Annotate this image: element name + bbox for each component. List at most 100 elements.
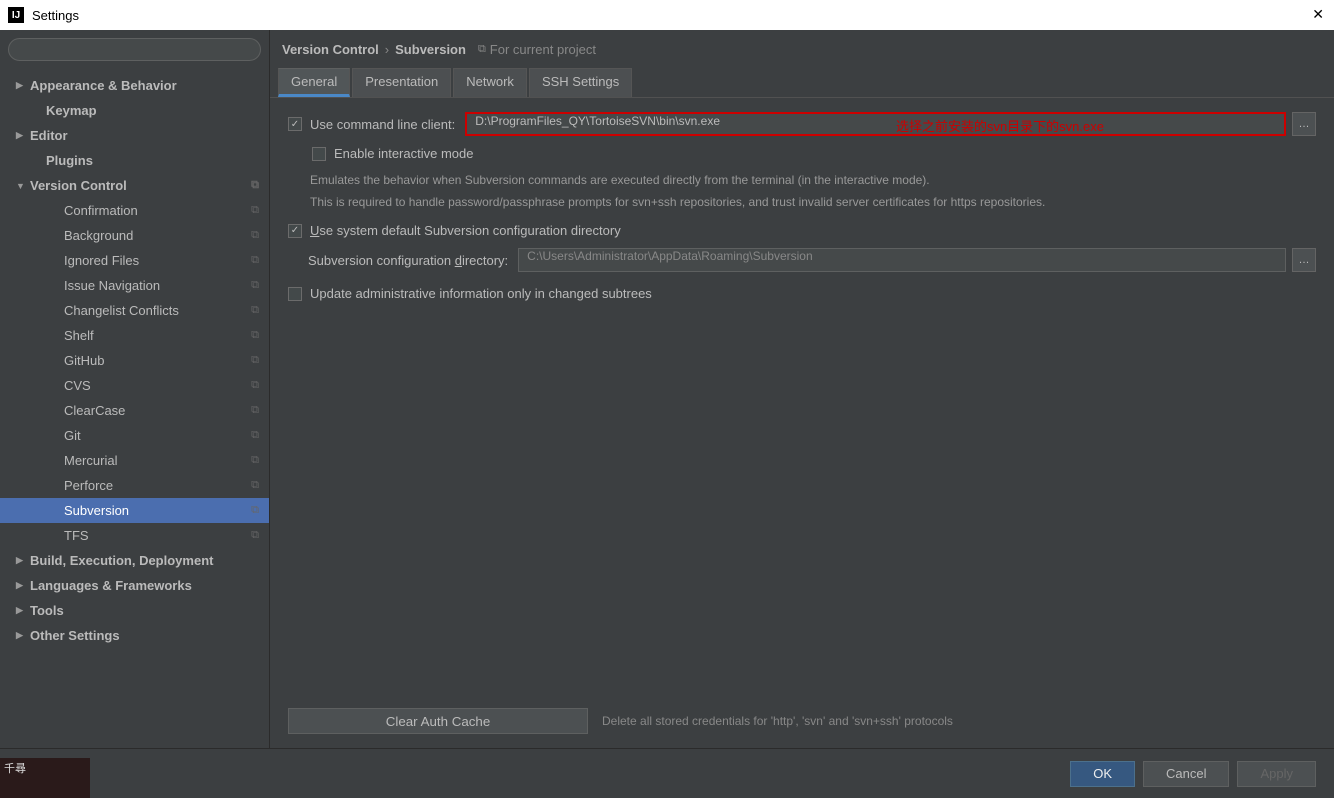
- tree-item-languages-frameworks[interactable]: ▶Languages & Frameworks: [0, 573, 269, 598]
- project-scope-icon: ⧉: [251, 204, 259, 217]
- cancel-button[interactable]: Cancel: [1143, 761, 1229, 787]
- project-scope-icon: ⧉: [251, 229, 259, 242]
- settings-tree: ▶Appearance & BehaviorKeymap▶EditorPlugi…: [0, 69, 269, 748]
- breadcrumb-sep: ›: [385, 42, 389, 57]
- config-dir-input[interactable]: C:\Users\Administrator\AppData\Roaming\S…: [518, 248, 1286, 272]
- use-cli-row: Use command line client: D:\ProgramFiles…: [288, 112, 1316, 136]
- tree-item-label: ClearCase: [64, 403, 125, 418]
- tree-item-label: Mercurial: [64, 453, 117, 468]
- settings-content: Version Control › Subversion ⧉ For curre…: [270, 30, 1334, 748]
- use-default-checkbox[interactable]: [288, 224, 302, 238]
- clear-cache-desc: Delete all stored credentials for 'http'…: [602, 714, 953, 728]
- update-admin-label: Update administrative information only i…: [310, 286, 652, 301]
- tree-arrow-icon: ▶: [16, 580, 30, 591]
- tree-item-tfs[interactable]: TFS⧉: [0, 523, 269, 548]
- clear-auth-cache-button[interactable]: Clear Auth Cache: [288, 708, 588, 734]
- tree-item-label: Keymap: [46, 103, 97, 118]
- project-scope-icon: ⧉: [251, 504, 259, 517]
- use-default-row: Use system default Subversion configurat…: [288, 223, 1316, 238]
- tree-item-confirmation[interactable]: Confirmation⧉: [0, 198, 269, 223]
- tree-item-version-control[interactable]: ▼Version Control⧉: [0, 173, 269, 198]
- search-input[interactable]: [8, 38, 261, 61]
- tree-item-mercurial[interactable]: Mercurial⧉: [0, 448, 269, 473]
- tree-item-cvs[interactable]: CVS⧉: [0, 373, 269, 398]
- interactive-desc-1: Emulates the behavior when Subversion co…: [310, 171, 1316, 189]
- tree-item-label: Issue Navigation: [64, 278, 160, 293]
- tree-item-label: Ignored Files: [64, 253, 139, 268]
- tree-item-subversion[interactable]: Subversion ⧉: [0, 498, 269, 523]
- settings-sidebar: ⌕ ▶Appearance & BehaviorKeymap▶EditorPlu…: [0, 30, 270, 748]
- project-scope-icon: ⧉: [251, 329, 259, 342]
- tree-item-appearance-behavior[interactable]: ▶Appearance & Behavior: [0, 73, 269, 98]
- config-dir-row: Subversion configuration directory: C:\U…: [308, 248, 1316, 272]
- tree-item-issue-navigation[interactable]: Issue Navigation ⧉: [0, 273, 269, 298]
- project-scope-icon: ⧉: [251, 304, 259, 317]
- tree-item-shelf[interactable]: Shelf ⧉: [0, 323, 269, 348]
- tree-item-label: Shelf: [64, 328, 94, 343]
- tree-arrow-icon: ▶: [16, 130, 30, 141]
- tree-item-label: Other Settings: [30, 628, 120, 643]
- update-admin-checkbox[interactable]: [288, 287, 302, 301]
- tree-item-build-execution-deployment[interactable]: ▶Build, Execution, Deployment: [0, 548, 269, 573]
- breadcrumb-hint: For current project: [490, 42, 596, 57]
- tab-ssh-settings[interactable]: SSH Settings: [529, 68, 632, 97]
- project-scope-icon: ⧉: [251, 354, 259, 367]
- ok-button[interactable]: OK: [1070, 761, 1135, 787]
- cli-browse-button[interactable]: …: [1292, 112, 1316, 136]
- tree-item-label: Plugins: [46, 153, 93, 168]
- tree-item-ignored-files[interactable]: Ignored Files ⧉: [0, 248, 269, 273]
- tree-item-github[interactable]: GitHub ⧉: [0, 348, 269, 373]
- tree-arrow-icon: ▼: [16, 181, 30, 191]
- tree-item-git[interactable]: Git ⧉: [0, 423, 269, 448]
- project-scope-icon: ⧉: [251, 479, 259, 492]
- tree-arrow-icon: ▶: [16, 555, 30, 566]
- close-icon[interactable]: ✕: [1312, 6, 1324, 23]
- dialog-footer: 千尋 OK Cancel Apply: [0, 748, 1334, 798]
- tree-item-other-settings[interactable]: ▶Other Settings: [0, 623, 269, 648]
- project-scope-icon: ⧉: [251, 429, 259, 442]
- tabs-row: GeneralPresentationNetworkSSH Settings: [270, 68, 1334, 97]
- tree-item-changelist-conflicts[interactable]: Changelist Conflicts ⧉: [0, 298, 269, 323]
- tab-network[interactable]: Network: [453, 68, 527, 97]
- tree-item-label: Tools: [30, 603, 64, 618]
- tree-item-plugins[interactable]: Plugins: [0, 148, 269, 173]
- tree-item-label: Perforce: [64, 478, 113, 493]
- config-dir-browse-button[interactable]: …: [1292, 248, 1316, 272]
- project-scope-icon: ⧉: [251, 404, 259, 417]
- breadcrumb-2: Subversion: [395, 42, 466, 57]
- tree-item-background[interactable]: Background⧉: [0, 223, 269, 248]
- use-cli-checkbox[interactable]: [288, 117, 302, 131]
- tab-presentation[interactable]: Presentation: [352, 68, 451, 97]
- tree-item-label: Editor: [30, 128, 68, 143]
- tree-item-label: Subversion: [64, 503, 129, 518]
- tree-item-keymap[interactable]: Keymap: [0, 98, 269, 123]
- cli-path-input[interactable]: D:\ProgramFiles_QY\TortoiseSVN\bin\svn.e…: [465, 112, 1286, 136]
- title-bar: IJ Settings ✕: [0, 0, 1334, 30]
- interactive-checkbox[interactable]: [312, 147, 326, 161]
- clear-cache-row: Clear Auth Cache Delete all stored crede…: [288, 708, 1316, 734]
- tree-item-label: Git: [64, 428, 81, 443]
- cli-path-value: D:\ProgramFiles_QY\TortoiseSVN\bin\svn.e…: [475, 114, 720, 128]
- general-panel: Use command line client: D:\ProgramFiles…: [270, 97, 1334, 748]
- tree-item-clearcase[interactable]: ClearCase ⧉: [0, 398, 269, 423]
- tree-item-tools[interactable]: ▶Tools: [0, 598, 269, 623]
- use-default-label: Use system default Subversion configurat…: [310, 223, 621, 238]
- tree-item-label: Changelist Conflicts: [64, 303, 179, 318]
- tree-item-label: Languages & Frameworks: [30, 578, 192, 593]
- config-dir-value: C:\Users\Administrator\AppData\Roaming\S…: [527, 249, 812, 263]
- tree-arrow-icon: ▶: [16, 80, 30, 91]
- project-scope-icon: ⧉: [251, 279, 259, 292]
- breadcrumb-1[interactable]: Version Control: [282, 42, 379, 57]
- tree-item-editor[interactable]: ▶Editor: [0, 123, 269, 148]
- tab-general[interactable]: General: [278, 68, 350, 97]
- tree-item-label: GitHub: [64, 353, 104, 368]
- app-icon: IJ: [8, 7, 24, 23]
- apply-button[interactable]: Apply: [1237, 761, 1316, 787]
- project-scope-icon: ⧉: [251, 179, 259, 192]
- tree-item-label: Appearance & Behavior: [30, 78, 177, 93]
- project-scope-icon: ⧉: [251, 254, 259, 267]
- project-scope-icon: ⧉: [251, 379, 259, 392]
- tree-item-perforce[interactable]: Perforce ⧉: [0, 473, 269, 498]
- interactive-desc-2: This is required to handle password/pass…: [310, 193, 1316, 211]
- update-admin-row: Update administrative information only i…: [288, 286, 1316, 301]
